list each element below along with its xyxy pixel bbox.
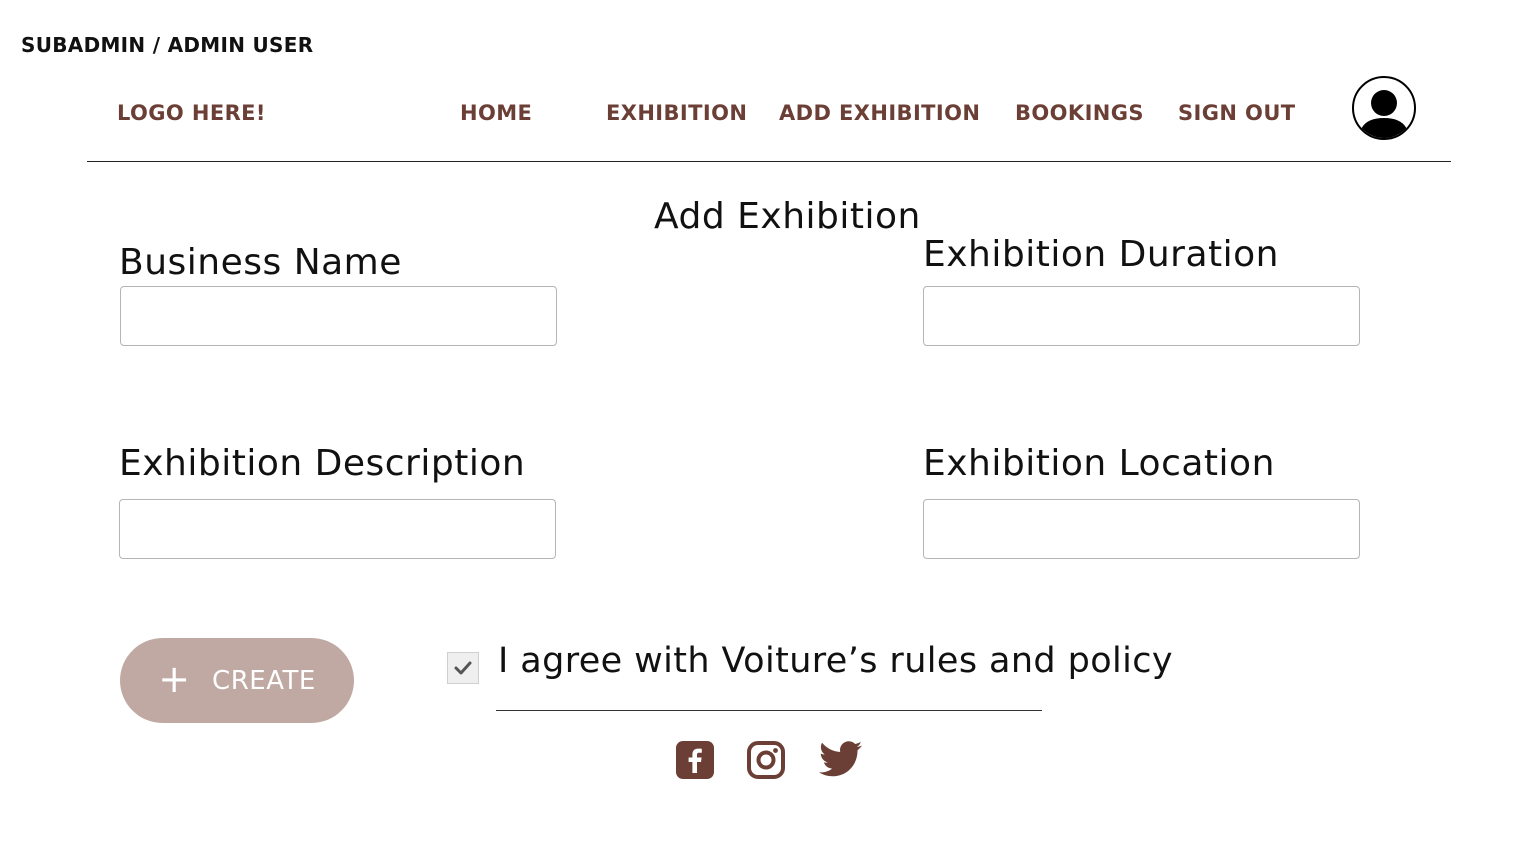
logo[interactable]: LOGO HERE! <box>117 101 266 125</box>
nav-home[interactable]: HOME <box>460 101 532 125</box>
user-avatar-icon[interactable] <box>1352 76 1416 140</box>
instagram-icon[interactable] <box>746 740 786 780</box>
nav-add-exhibition[interactable]: ADD EXHIBITION <box>779 101 980 125</box>
create-button-label: CREATE <box>212 665 316 696</box>
create-button[interactable]: + CREATE <box>120 638 354 723</box>
nav-exhibition[interactable]: EXHIBITION <box>606 101 747 125</box>
business-name-label: Business Name <box>119 242 402 283</box>
user-silhouette-icon <box>1359 90 1409 138</box>
nav-bookings[interactable]: BOOKINGS <box>1015 101 1144 125</box>
facebook-icon[interactable] <box>675 740 715 780</box>
business-name-input[interactable] <box>120 286 557 346</box>
twitter-icon[interactable] <box>818 740 864 780</box>
page: SUBADMIN / ADMIN USER LOGO HERE! HOME EX… <box>0 0 1537 864</box>
exhibition-description-input[interactable] <box>119 499 556 559</box>
exhibition-location-label: Exhibition Location <box>923 443 1275 484</box>
plus-icon: + <box>158 656 191 701</box>
page-title: Add Exhibition <box>654 196 921 237</box>
exhibition-location-input[interactable] <box>923 499 1360 559</box>
exhibition-duration-label: Exhibition Duration <box>923 234 1279 275</box>
header-divider <box>87 161 1451 162</box>
agree-underline <box>496 710 1042 711</box>
exhibition-description-label: Exhibition Description <box>119 443 526 484</box>
exhibition-duration-input[interactable] <box>923 286 1360 346</box>
agree-label: I agree with Voiture’s rules and policy <box>498 641 1174 681</box>
agree-checkbox[interactable] <box>447 652 479 684</box>
breadcrumb: SUBADMIN / ADMIN USER <box>21 33 314 57</box>
checkmark-icon <box>454 661 472 675</box>
nav-sign-out[interactable]: SIGN OUT <box>1178 101 1296 125</box>
